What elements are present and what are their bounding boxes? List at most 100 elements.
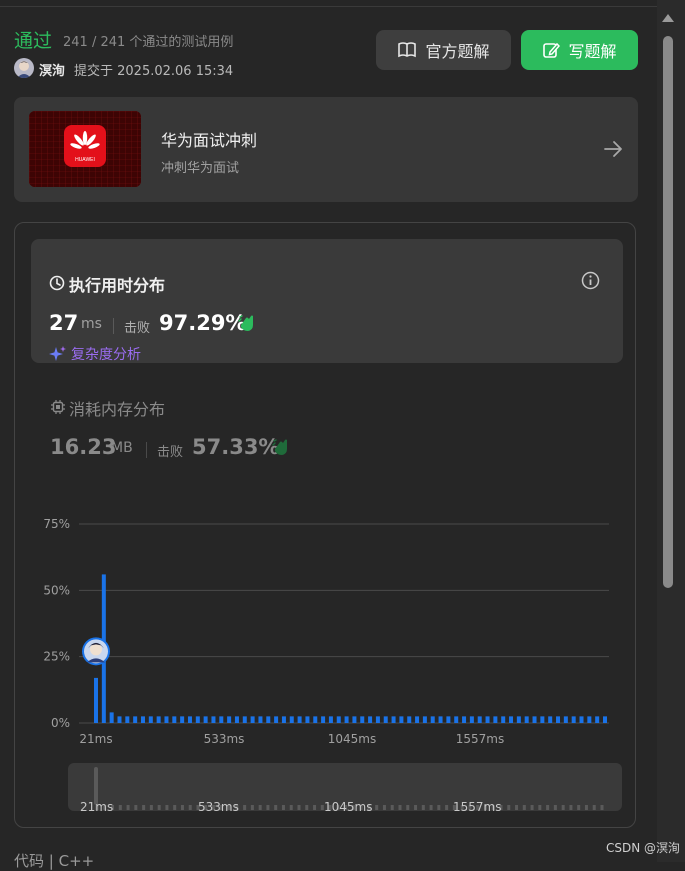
mini-bar bbox=[180, 805, 184, 810]
chart-bar[interactable] bbox=[548, 716, 553, 723]
mini-bar bbox=[561, 805, 565, 810]
range-label-0: 21ms bbox=[80, 800, 114, 814]
chart-bar[interactable] bbox=[156, 716, 161, 723]
y-tick-label: 25% bbox=[43, 650, 70, 664]
mini-bar bbox=[515, 805, 519, 810]
chart-bar[interactable] bbox=[203, 716, 208, 723]
mini-bar bbox=[173, 805, 177, 810]
mini-bar bbox=[305, 805, 309, 810]
chart-bar[interactable] bbox=[399, 716, 404, 723]
mini-bar bbox=[530, 805, 534, 810]
chart-bar[interactable] bbox=[579, 716, 584, 723]
mini-bar bbox=[118, 805, 122, 810]
chart-bar[interactable] bbox=[368, 716, 373, 723]
chart-bar[interactable] bbox=[407, 716, 412, 723]
chart-bar[interactable] bbox=[462, 716, 467, 723]
chart-bar[interactable] bbox=[516, 716, 521, 723]
x-tick-label: 1557ms bbox=[456, 732, 504, 746]
mini-bar bbox=[577, 805, 581, 810]
mini-bar bbox=[600, 805, 604, 810]
chart-bar[interactable] bbox=[187, 716, 192, 723]
chart-bar[interactable] bbox=[477, 716, 482, 723]
chart-bar[interactable] bbox=[250, 716, 255, 723]
chart-bar[interactable] bbox=[148, 716, 153, 723]
chart-bar[interactable] bbox=[258, 716, 263, 723]
chart-bar[interactable] bbox=[391, 716, 396, 723]
chart-bar[interactable] bbox=[94, 677, 98, 723]
chart-bar[interactable] bbox=[422, 716, 427, 723]
chart-bar[interactable] bbox=[360, 716, 365, 723]
x-tick-label: 1045ms bbox=[328, 732, 376, 746]
chart-bar[interactable] bbox=[485, 716, 490, 723]
chart-bar[interactable] bbox=[344, 716, 349, 723]
chart-bar[interactable] bbox=[524, 716, 529, 723]
chart-bar[interactable] bbox=[211, 716, 216, 723]
mini-bar bbox=[297, 805, 301, 810]
chart-bar[interactable] bbox=[172, 716, 177, 723]
mini-bar bbox=[375, 805, 379, 810]
chart-bar[interactable] bbox=[352, 716, 357, 723]
scrollbar-thumb[interactable] bbox=[663, 36, 673, 588]
mini-bar bbox=[437, 805, 441, 810]
range-label-3: 1557ms bbox=[453, 800, 502, 814]
range-slider[interactable]: 21ms 533ms 1045ms 1557ms bbox=[68, 763, 622, 814]
chart-bar[interactable] bbox=[501, 716, 506, 723]
range-label-1: 533ms bbox=[198, 800, 239, 814]
chart-bar[interactable] bbox=[321, 716, 326, 723]
chart-bar[interactable] bbox=[336, 716, 341, 723]
chart-bar[interactable] bbox=[117, 716, 122, 723]
runtime-distribution-chart: 75% 50% 25% 0% 21ms 533ms 1045ms 1557ms bbox=[43, 517, 609, 746]
mini-bar bbox=[258, 805, 262, 810]
code-section-header[interactable]: 代码 | C++ bbox=[14, 850, 94, 871]
chart-bar[interactable] bbox=[195, 716, 200, 723]
chart-bar[interactable] bbox=[266, 716, 271, 723]
chart-bar[interactable] bbox=[234, 716, 239, 723]
chart-bar[interactable] bbox=[281, 716, 286, 723]
x-tick-label: 533ms bbox=[204, 732, 245, 746]
chart-bar[interactable] bbox=[180, 716, 185, 723]
chart-bar[interactable] bbox=[563, 716, 568, 723]
chart-bar[interactable] bbox=[242, 716, 247, 723]
chart-bar[interactable] bbox=[415, 716, 420, 723]
chart-bar[interactable] bbox=[305, 716, 310, 723]
chart-bar[interactable] bbox=[140, 716, 145, 723]
mini-bar bbox=[507, 805, 511, 810]
mini-bar bbox=[522, 805, 526, 810]
chart-bar[interactable] bbox=[313, 716, 318, 723]
chart-bar[interactable] bbox=[438, 716, 443, 723]
chart-bar[interactable] bbox=[125, 716, 130, 723]
chart-bar[interactable] bbox=[430, 716, 435, 723]
mini-bar bbox=[445, 805, 449, 810]
mini-bar bbox=[414, 805, 418, 810]
mini-bar bbox=[250, 805, 254, 810]
chart-bar[interactable] bbox=[328, 716, 333, 723]
mini-bar bbox=[313, 805, 317, 810]
chart-bar[interactable] bbox=[227, 716, 232, 723]
chart-bar[interactable] bbox=[587, 716, 592, 723]
mini-bar bbox=[142, 805, 146, 810]
chart-bar[interactable] bbox=[297, 716, 302, 723]
chart-bar[interactable] bbox=[532, 716, 537, 723]
scroll-up-arrow-icon[interactable] bbox=[662, 14, 674, 22]
chart-bar[interactable] bbox=[109, 712, 114, 723]
chart-bar[interactable] bbox=[603, 716, 607, 723]
watermark: CSDN @溟洵 bbox=[606, 841, 681, 855]
chart-bar[interactable] bbox=[383, 716, 388, 723]
chart-bar[interactable] bbox=[571, 716, 576, 723]
chart-bar[interactable] bbox=[164, 716, 169, 723]
chart-bar[interactable] bbox=[454, 716, 459, 723]
chart-bar[interactable] bbox=[540, 716, 545, 723]
chart-bar[interactable] bbox=[595, 716, 600, 723]
chart-bar[interactable] bbox=[469, 716, 474, 723]
mini-bar bbox=[592, 805, 596, 810]
chart-bar[interactable] bbox=[556, 716, 561, 723]
chart-bar[interactable] bbox=[219, 716, 224, 723]
chart-bar[interactable] bbox=[289, 716, 294, 723]
chart-bar[interactable] bbox=[375, 716, 380, 723]
chart-bar[interactable] bbox=[274, 716, 279, 723]
user-position-marker[interactable] bbox=[82, 637, 110, 666]
chart-bar[interactable] bbox=[493, 716, 498, 723]
chart-bar[interactable] bbox=[446, 716, 451, 723]
chart-bar[interactable] bbox=[509, 716, 514, 723]
chart-bar[interactable] bbox=[133, 716, 138, 723]
